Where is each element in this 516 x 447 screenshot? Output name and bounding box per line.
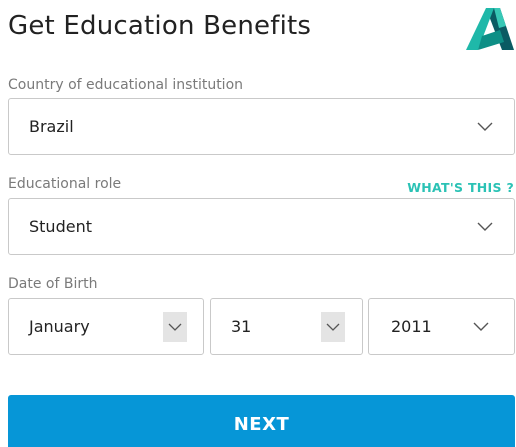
country-value: Brazil: [29, 117, 74, 136]
chevron-down-icon: [472, 199, 498, 254]
birth-day-select[interactable]: 31: [210, 298, 363, 355]
role-value: Student: [29, 217, 92, 236]
chevron-down-icon: [472, 99, 498, 154]
page-title: Get Education Benefits: [8, 11, 312, 41]
next-button[interactable]: NEXT: [8, 395, 515, 447]
country-select[interactable]: Brazil: [8, 98, 515, 155]
role-select[interactable]: Student: [8, 198, 515, 255]
education-benefits-form: Get Education Benefits Country of educat…: [0, 0, 516, 447]
birth-year-select[interactable]: 2011: [368, 298, 515, 355]
role-label: Educational role: [8, 176, 122, 192]
dob-label: Date of Birth: [8, 276, 98, 292]
country-label: Country of educational institution: [8, 77, 244, 93]
chevron-down-icon: [468, 299, 494, 354]
whats-this-link[interactable]: WHAT'S THIS ?: [407, 180, 514, 195]
birth-year-value: 2011: [391, 317, 432, 336]
autodesk-logo-icon: [466, 8, 514, 50]
birth-month-value: January: [29, 317, 90, 336]
chevron-down-icon: [163, 312, 187, 342]
birth-day-value: 31: [231, 317, 252, 336]
chevron-down-icon: [321, 312, 345, 342]
birth-month-select[interactable]: January: [8, 298, 204, 355]
